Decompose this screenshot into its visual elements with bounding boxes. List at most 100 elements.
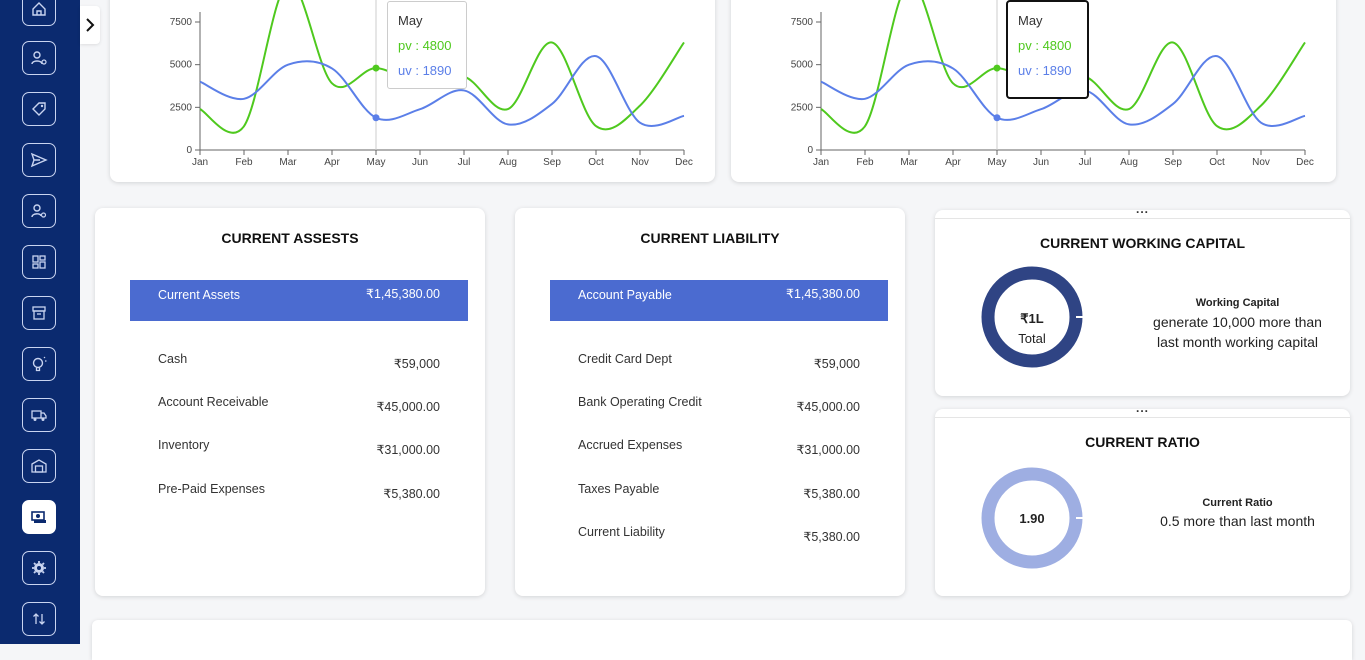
x-tick-label: Jun bbox=[412, 157, 428, 168]
header-value: ₹1,45,380.00 bbox=[366, 287, 440, 301]
row-label: Bank Operating Credit bbox=[578, 395, 702, 409]
y-tick-label: 7500 bbox=[791, 17, 814, 28]
x-tick-label: Jul bbox=[458, 157, 471, 168]
current-ratio-value: 1.90 bbox=[1019, 511, 1045, 526]
drag-handle[interactable]: ... bbox=[935, 401, 1350, 415]
x-tick-label: May bbox=[367, 157, 386, 168]
y-tick-label: 5000 bbox=[791, 60, 814, 71]
row-label: Cash bbox=[158, 352, 188, 366]
sidebar-item-warehouse[interactable] bbox=[22, 449, 56, 483]
active-dot-uv bbox=[993, 114, 1001, 122]
x-tick-label: Jan bbox=[192, 157, 208, 168]
working-capital-heading: Working Capital bbox=[1195, 297, 1280, 309]
working-capital-value: ₹1L bbox=[1020, 311, 1044, 326]
working-capital-text-1: generate 10,000 more than bbox=[1153, 314, 1322, 330]
line-chart-card-left: 0 2500 5000 7500 Jan Feb Mar Apr May Jun Jul Aug Sep… bbox=[110, 0, 715, 182]
sidebar-item-cash[interactable] bbox=[22, 500, 56, 534]
user-search-icon bbox=[31, 204, 47, 218]
chart-tooltip-left: May pv : 4800 uv : 1890 bbox=[387, 1, 467, 89]
x-tick-label: Feb bbox=[856, 157, 874, 168]
row-value: ₹45,000.00 bbox=[796, 400, 860, 414]
sidebar-toggle-button[interactable] bbox=[80, 6, 100, 44]
sidebar-item-user-settings[interactable] bbox=[22, 41, 56, 75]
home-icon bbox=[32, 2, 46, 16]
current-liability-title: CURRENT LIABILITY bbox=[640, 230, 780, 246]
x-tick-label: Oct bbox=[1209, 157, 1225, 168]
sidebar-item-home[interactable] bbox=[22, 0, 56, 26]
row-value: ₹31,000.00 bbox=[796, 443, 860, 457]
tag-icon bbox=[32, 102, 46, 116]
x-tick-label: Jan bbox=[813, 157, 829, 168]
sidebar-item-settings[interactable] bbox=[22, 551, 56, 585]
line-chart-card-right: 0 2500 5000 7500 Jan Feb Mar Apr May Jun Jul Aug Sep… bbox=[731, 0, 1336, 182]
current-liability-card: CURRENT LIABILITY Account Payable ₹1,45,… bbox=[515, 208, 905, 596]
row-label: Current Liability bbox=[578, 525, 665, 539]
row-label: Taxes Payable bbox=[578, 482, 660, 496]
divider bbox=[935, 417, 1350, 418]
sort-arrows-icon bbox=[33, 613, 45, 625]
y-tick-label: 0 bbox=[807, 145, 813, 156]
sidebar-item-dashboard[interactable] bbox=[22, 245, 56, 279]
tooltip-pv: pv : 4800 bbox=[398, 38, 452, 53]
sidebar-item-delivery[interactable] bbox=[22, 398, 56, 432]
dashboard-grid-icon bbox=[32, 255, 46, 269]
tooltip-uv: uv : 1890 bbox=[1018, 63, 1072, 78]
archive-icon bbox=[32, 306, 46, 320]
sidebar-item-tags[interactable] bbox=[22, 92, 56, 126]
x-tick-label: Oct bbox=[588, 157, 604, 168]
send-icon bbox=[30, 152, 48, 168]
x-tick-label: Aug bbox=[1120, 157, 1138, 168]
x-tick-label: Feb bbox=[235, 157, 253, 168]
y-tick-label: 2500 bbox=[170, 102, 193, 113]
cash-register-icon bbox=[31, 511, 46, 523]
active-dot-pv bbox=[372, 64, 380, 72]
header-label: Current Assets bbox=[158, 288, 240, 302]
row-value: ₹5,380.00 bbox=[803, 487, 860, 501]
sidebar bbox=[0, 0, 80, 644]
x-tick-label: Jul bbox=[1079, 157, 1092, 168]
active-dot-pv bbox=[993, 64, 1001, 72]
current-assets-title: CURRENT ASSESTS bbox=[221, 230, 359, 246]
x-tick-label: Aug bbox=[499, 157, 517, 168]
sidebar-item-ideas[interactable] bbox=[22, 347, 56, 381]
x-tick-label: Mar bbox=[900, 157, 918, 168]
current-ratio-heading: Current Ratio bbox=[1202, 497, 1273, 509]
y-tick-label: 7500 bbox=[170, 17, 193, 28]
current-ratio-text: 0.5 more than last month bbox=[1160, 513, 1315, 529]
tooltip-uv: uv : 1890 bbox=[398, 63, 452, 78]
x-tick-label: Sep bbox=[1164, 157, 1182, 168]
user-settings-icon bbox=[31, 51, 47, 65]
sidebar-item-user-search[interactable] bbox=[22, 194, 56, 228]
x-tick-label: May bbox=[988, 157, 1007, 168]
y-tick-label: 2500 bbox=[791, 102, 814, 113]
warehouse-icon bbox=[31, 459, 47, 473]
working-capital-card: ... CURRENT WORKING CAPITAL ₹1L Total Wo… bbox=[935, 202, 1350, 396]
current-ratio-title: CURRENT RATIO bbox=[1085, 434, 1200, 450]
working-capital-text-2: last month working capital bbox=[1156, 334, 1319, 350]
x-tick-label: Dec bbox=[1296, 157, 1314, 168]
y-tick-label: 0 bbox=[186, 145, 192, 156]
row-label: Accrued Expenses bbox=[578, 438, 683, 452]
row-label: Account Receivable bbox=[158, 395, 269, 409]
x-tick-label: Nov bbox=[631, 157, 649, 168]
current-assets-card: CURRENT ASSESTS Current Assets ₹1,45,380… bbox=[95, 208, 485, 596]
x-tick-label: Dec bbox=[675, 157, 693, 168]
sidebar-item-archive[interactable] bbox=[22, 296, 56, 330]
gear-icon bbox=[32, 561, 46, 575]
x-tick-label: Sep bbox=[543, 157, 561, 168]
chart-tooltip-right: May pv : 4800 uv : 1890 bbox=[1006, 0, 1089, 99]
drag-handle[interactable]: ... bbox=[935, 202, 1350, 216]
row-value: ₹59,000 bbox=[813, 357, 860, 371]
lightbulb-icon bbox=[32, 356, 47, 372]
row-label: Credit Card Dept bbox=[578, 352, 672, 366]
x-tick-label: Nov bbox=[1252, 157, 1270, 168]
current-assets-header-row: Current Assets ₹1,45,380.00 bbox=[130, 280, 468, 321]
y-tick-label: 5000 bbox=[170, 60, 193, 71]
x-tick-label: Jun bbox=[1033, 157, 1049, 168]
sidebar-item-send[interactable] bbox=[22, 143, 56, 177]
row-value: ₹45,000.00 bbox=[376, 400, 440, 414]
sidebar-item-sort[interactable] bbox=[22, 602, 56, 636]
bottom-card bbox=[92, 620, 1352, 660]
row-label: Pre-Paid Expenses bbox=[158, 482, 266, 496]
x-tick-label: Mar bbox=[279, 157, 297, 168]
